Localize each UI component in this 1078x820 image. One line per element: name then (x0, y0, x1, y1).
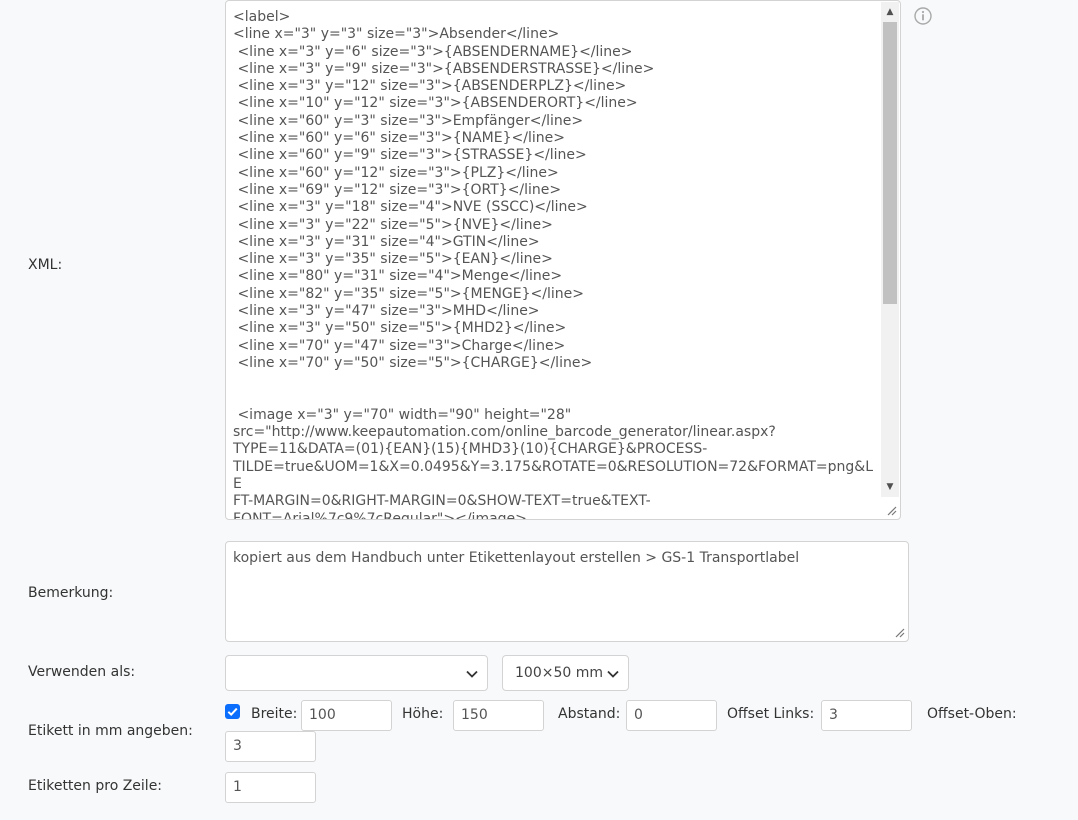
label-size-select-value: 100×50 mm (515, 665, 603, 681)
spacing-input[interactable]: 0 (626, 700, 717, 731)
info-icon[interactable] (914, 7, 932, 25)
width-input[interactable]: 100 (301, 700, 392, 731)
use-as-label: Verwenden als: (28, 664, 136, 680)
scroll-up-arrow-icon[interactable]: ▲ (881, 4, 899, 20)
offset-left-input[interactable]: 3 (821, 700, 912, 731)
xml-textarea-content[interactable]: <label> <line x="3" y="3" size="3">Absen… (233, 9, 881, 519)
label-mm-label: Etikett in mm angeben: (28, 723, 193, 739)
checkmark-icon (227, 707, 238, 717)
remark-label: Bemerkung: (28, 585, 114, 601)
per-row-input[interactable]: 1 (225, 772, 316, 803)
offset-left-label: Offset Links: (727, 706, 815, 722)
remark-textarea[interactable]: kopiert aus dem Handbuch unter Etiketten… (225, 541, 909, 642)
use-as-select[interactable] (225, 655, 488, 691)
spacing-input-value: 0 (634, 707, 643, 723)
xml-label: XML: (28, 257, 63, 273)
label-size-select[interactable]: 100×50 mm (502, 655, 629, 691)
offset-top-label: Offset-Oben: (927, 706, 1017, 722)
chevron-down-icon (466, 670, 478, 678)
xml-scrollbar[interactable]: ▲ ▼ (881, 2, 899, 497)
scroll-thumb[interactable] (883, 22, 897, 304)
offset-left-input-value: 3 (829, 707, 838, 723)
height-input-value: 150 (461, 707, 488, 723)
width-input-value: 100 (309, 707, 336, 723)
label-mm-checkbox[interactable] (225, 704, 240, 719)
remark-textarea-content[interactable]: kopiert aus dem Handbuch unter Etiketten… (233, 550, 799, 566)
offset-top-input-value: 3 (233, 738, 242, 754)
per-row-label: Etiketten pro Zeile: (28, 778, 163, 794)
resize-grip-icon[interactable] (885, 504, 897, 516)
offset-top-input[interactable]: 3 (225, 731, 316, 762)
height-label: Höhe: (402, 706, 444, 722)
per-row-input-value: 1 (233, 779, 242, 795)
spacing-label: Abstand: (558, 706, 621, 722)
chevron-down-icon (607, 670, 619, 678)
scroll-down-arrow-icon[interactable]: ▼ (881, 479, 899, 495)
xml-textarea[interactable]: <label> <line x="3" y="3" size="3">Absen… (225, 0, 901, 520)
resize-grip-icon[interactable] (893, 626, 905, 638)
height-input[interactable]: 150 (453, 700, 544, 731)
width-label: Breite: (251, 706, 298, 722)
